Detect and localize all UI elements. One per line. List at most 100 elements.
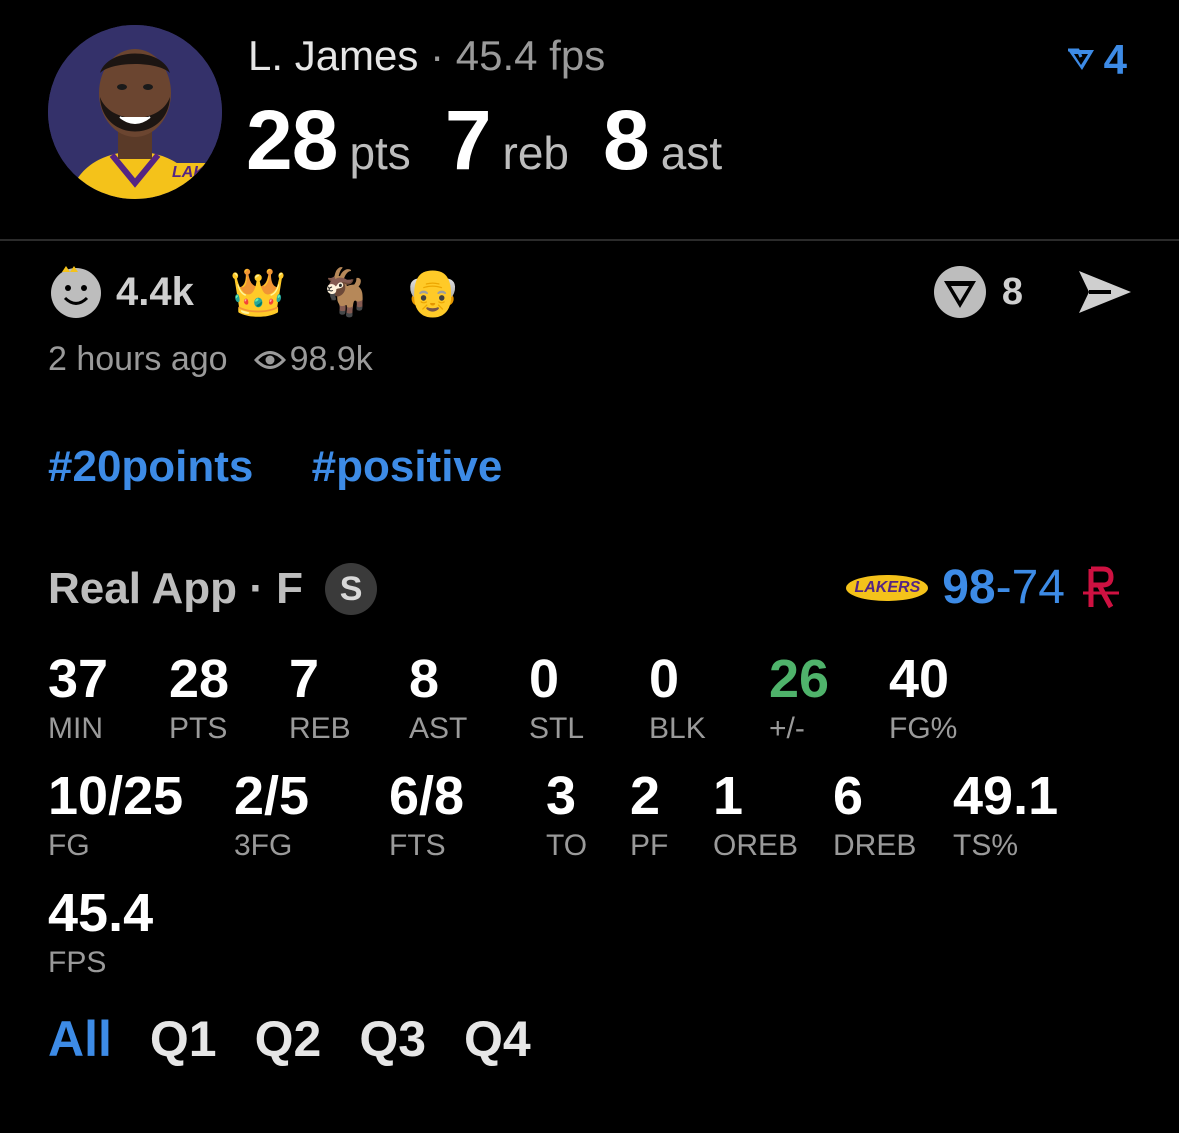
stat-value: 1 <box>713 766 744 826</box>
stat-value: 0 <box>649 649 680 709</box>
tab-q1[interactable]: Q1 <box>150 1010 217 1068</box>
stat-plus-minus: 26 +/- <box>769 652 829 746</box>
home-score: 98 <box>942 561 996 614</box>
tab-q2[interactable]: Q2 <box>255 1010 322 1068</box>
stat-to: 3 TO <box>546 769 587 863</box>
comment-count: 8 <box>1001 270 1023 313</box>
stat-value: 2 <box>630 766 661 826</box>
player-avatar[interactable]: LAKERS <box>48 25 222 199</box>
add-reaction-button[interactable] <box>48 264 104 320</box>
tab-all[interactable]: All <box>48 1010 112 1068</box>
stat-value: 2/5 <box>234 766 310 826</box>
stat-ts-pct: 49.1 TS% <box>953 769 1058 863</box>
stat-label: AST <box>409 712 468 745</box>
hashtag-list: #20points #positive <box>48 442 548 492</box>
comment-icon[interactable] <box>932 264 988 320</box>
stat-pts: 28 PTS <box>169 652 229 746</box>
assists-value: 8 <box>603 93 650 187</box>
game-source: Real App · F S <box>48 563 378 615</box>
stat-value: 6/8 <box>389 766 465 826</box>
hashtag-link[interactable]: #20points <box>48 442 253 491</box>
stat-fps: 45.4 FPS <box>48 886 153 980</box>
points-value: 28 <box>246 93 338 187</box>
player-title: L. James · 45.4 fps <box>248 32 605 80</box>
upvote-button[interactable]: 4 <box>1066 36 1127 84</box>
view-count: 98.9k <box>289 340 373 378</box>
stat-label: +/- <box>769 712 805 745</box>
stat-value: 6 <box>833 766 864 826</box>
title-separator: · <box>430 32 445 79</box>
stat-min: 37 MIN <box>48 652 108 746</box>
lakers-logo: LAKERS <box>168 163 222 183</box>
stat-label: MIN <box>48 712 103 745</box>
stat-label: FG% <box>889 712 958 745</box>
game-score[interactable]: LAKERS 98-74 <box>846 560 1121 615</box>
stat-value: 3 <box>546 766 577 826</box>
rebounds-unit: reb <box>502 127 570 179</box>
upvote-icon <box>1067 48 1094 70</box>
stat-oreb: 1 OREB <box>713 769 798 863</box>
stat-fts: 6/8 FTS <box>389 769 464 863</box>
stat-label: PF <box>630 829 669 862</box>
stat-label: TO <box>546 829 588 862</box>
status-badge: S <box>325 563 378 615</box>
stat-label: FTS <box>389 829 446 862</box>
player-name[interactable]: L. James <box>248 32 418 79</box>
hashtag-link[interactable]: #positive <box>312 442 503 491</box>
stat-value: 7 <box>289 649 320 709</box>
score-dash: - <box>995 561 1012 614</box>
old-man-icon[interactable]: 👴 <box>404 269 461 315</box>
upvote-count: 4 <box>1103 36 1127 83</box>
stat-ast: 8 AST <box>409 652 467 746</box>
stat-dreb: 6 DREB <box>833 769 916 863</box>
reaction-count: 4.4k <box>116 269 194 314</box>
crown-icon[interactable]: 👑 <box>230 269 287 315</box>
stat-fg-pct: 40 FG% <box>889 652 957 746</box>
stat-stl: 0 STL <box>529 652 584 746</box>
quarter-tabs: All Q1 Q2 Q3 Q4 <box>48 1010 531 1068</box>
stat-3fg: 2/5 3FG <box>234 769 309 863</box>
stat-label: OREB <box>713 829 799 862</box>
stat-value: 8 <box>409 649 440 709</box>
stat-label: BLK <box>649 712 706 745</box>
assists-unit: ast <box>660 127 723 179</box>
stat-reb: 7 REB <box>289 652 351 746</box>
stat-pf: 2 PF <box>630 769 668 863</box>
stat-value: 28 <box>169 649 230 709</box>
rockets-logo <box>1083 566 1119 608</box>
stat-label: PTS <box>169 712 228 745</box>
stat-label: STL <box>529 712 585 745</box>
post-meta: 2 hours ago 98.9k <box>48 340 373 379</box>
post-timestamp: 2 hours ago <box>48 340 228 378</box>
stat-label: FG <box>48 829 90 862</box>
stat-value: 0 <box>529 649 560 709</box>
game-source-label: Real App · F <box>48 564 304 613</box>
headline-statline: 28 pts 7 reb 8 ast <box>246 92 756 189</box>
stat-value: 10/25 <box>48 766 184 826</box>
away-score: 74 <box>1011 561 1065 614</box>
stat-label: TS% <box>953 829 1019 862</box>
tab-q4[interactable]: Q4 <box>464 1010 531 1068</box>
stat-value: 49.1 <box>953 766 1059 826</box>
goat-icon[interactable]: 🐐 <box>317 269 374 315</box>
tab-q3[interactable]: Q3 <box>359 1010 426 1068</box>
stat-blk: 0 BLK <box>649 652 706 746</box>
smiley-reaction-icon <box>51 266 101 318</box>
post-actions: 8 <box>932 262 1133 322</box>
lakers-logo: LAKERS <box>846 574 929 601</box>
eye-icon <box>253 350 286 369</box>
stat-value: 26 <box>769 649 830 709</box>
header-divider <box>0 239 1179 241</box>
stat-label: FPS <box>48 946 107 979</box>
reactions-bar: 4.4k 👑 🐐 👴 <box>48 262 492 322</box>
stat-label: DREB <box>833 829 917 862</box>
share-icon[interactable] <box>1077 269 1133 315</box>
rebounds-value: 7 <box>444 93 492 187</box>
stat-value: 37 <box>48 649 109 709</box>
stat-label: 3FG <box>234 829 293 862</box>
stat-fg: 10/25 FG <box>48 769 183 863</box>
stat-value: 40 <box>889 649 950 709</box>
stat-value: 45.4 <box>48 883 154 943</box>
points-unit: pts <box>349 127 411 179</box>
fps-summary: 45.4 fps <box>455 32 606 79</box>
